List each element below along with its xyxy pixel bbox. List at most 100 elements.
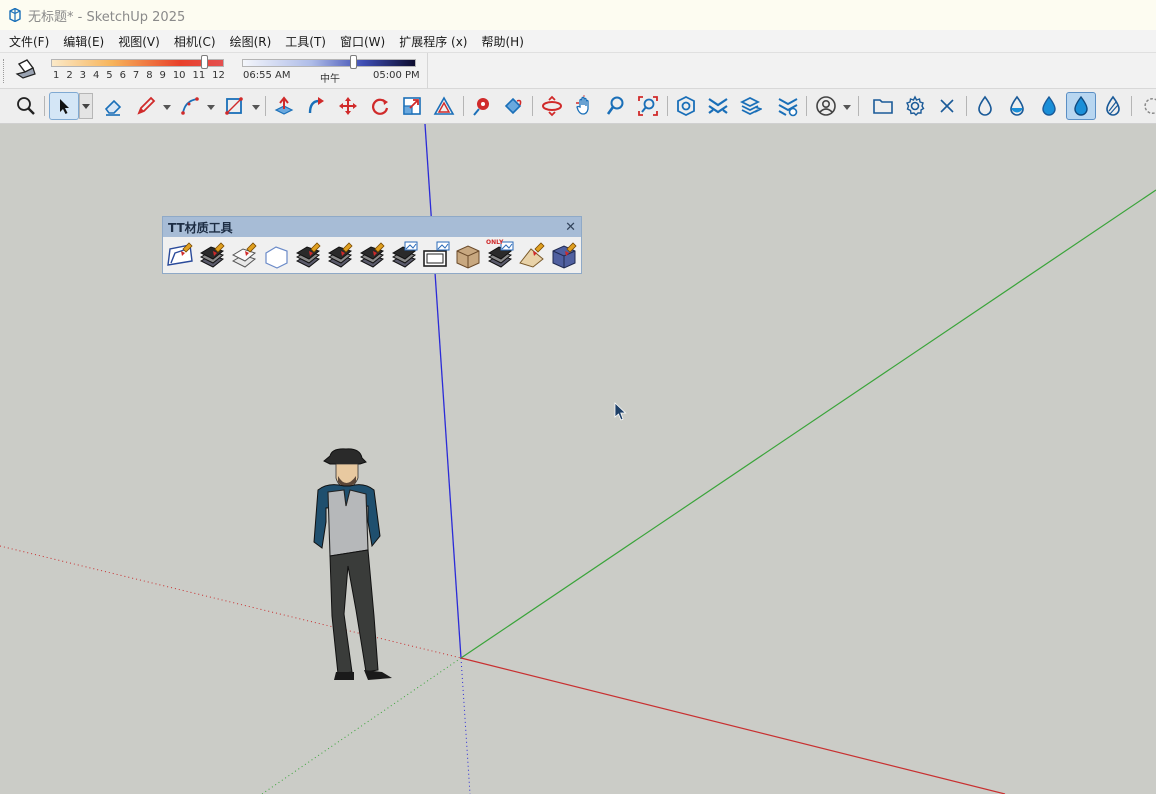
material-tool-1[interactable] bbox=[197, 241, 227, 271]
chevron-down-icon[interactable] bbox=[252, 103, 260, 111]
style-drop-half[interactable] bbox=[1002, 92, 1032, 120]
select-tool[interactable] bbox=[49, 92, 79, 120]
blue-axis-negative bbox=[460, 657, 471, 794]
eraser-tool[interactable] bbox=[98, 92, 128, 120]
material-tool-11[interactable] bbox=[517, 241, 547, 271]
settings-tool[interactable] bbox=[900, 92, 930, 120]
scale-figure-person[interactable] bbox=[308, 446, 418, 684]
menu-view[interactable]: 视图(V) bbox=[111, 33, 167, 50]
orbit-tool[interactable] bbox=[537, 92, 567, 120]
follow-me-icon bbox=[308, 97, 324, 114]
chevron-down-icon[interactable] bbox=[207, 103, 215, 111]
paint-bucket-icon bbox=[504, 97, 522, 115]
material-tool-9[interactable] bbox=[453, 241, 483, 271]
style-drop-filled[interactable] bbox=[1034, 92, 1064, 120]
material-tool-12[interactable] bbox=[549, 241, 579, 271]
shadow-toggle-icon[interactable] bbox=[14, 58, 38, 82]
rotate-tool[interactable] bbox=[365, 92, 395, 120]
sandbox-tool[interactable] bbox=[703, 92, 733, 120]
window-title: 无标题* - SketchUp 2025 bbox=[28, 9, 186, 25]
material-tool-3[interactable] bbox=[261, 241, 291, 271]
sketchup-logo-icon bbox=[9, 8, 21, 22]
menu-tools[interactable]: 工具(T) bbox=[278, 33, 333, 50]
style-drop-striped[interactable] bbox=[1098, 92, 1128, 120]
red-axis bbox=[460, 657, 1006, 794]
material-tool-0[interactable] bbox=[165, 241, 195, 271]
search-tool[interactable] bbox=[11, 92, 41, 120]
month-label: 9 bbox=[159, 70, 166, 81]
month-label: 5 bbox=[106, 70, 113, 81]
material-tool-5[interactable] bbox=[325, 241, 355, 271]
month-slider[interactable] bbox=[51, 59, 224, 67]
offset-tool[interactable] bbox=[429, 92, 459, 120]
follow-me-tool[interactable] bbox=[301, 92, 331, 120]
month-label: 6 bbox=[119, 70, 126, 81]
month-label: 8 bbox=[146, 70, 153, 81]
material-tool-6[interactable] bbox=[357, 241, 387, 271]
eraser-icon bbox=[104, 99, 122, 116]
separator bbox=[44, 96, 45, 116]
drop-outline-icon bbox=[978, 95, 992, 116]
month-label: 2 bbox=[66, 70, 73, 81]
layers-gear-icon bbox=[778, 98, 798, 117]
layers-tool[interactable] bbox=[736, 92, 766, 120]
select-dropdown[interactable] bbox=[79, 93, 93, 119]
title-bar: 无标题* - SketchUp 2025 bbox=[0, 0, 1156, 30]
layers-icon bbox=[740, 96, 762, 116]
material-tool-10[interactable]: ONLY bbox=[485, 239, 515, 271]
menu-file[interactable]: 文件(F) bbox=[2, 33, 56, 50]
menu-help[interactable]: 帮助(H) bbox=[474, 33, 530, 50]
drop-half-icon bbox=[1010, 95, 1024, 116]
menu-edit[interactable]: 编辑(E) bbox=[56, 33, 111, 50]
time-slider-thumb[interactable] bbox=[349, 55, 357, 69]
material-tool-2[interactable] bbox=[229, 241, 259, 271]
separator bbox=[966, 96, 967, 116]
line-tool[interactable] bbox=[131, 92, 161, 120]
style-drop-active[interactable] bbox=[1066, 92, 1096, 120]
arc-tool[interactable] bbox=[175, 92, 205, 120]
scale-tool[interactable] bbox=[397, 92, 427, 120]
style-drop-outline[interactable] bbox=[970, 92, 1000, 120]
chevron-down-icon[interactable] bbox=[163, 103, 171, 111]
material-stack-icon bbox=[327, 242, 353, 268]
menu-extensions[interactable]: 扩展程序 (x) bbox=[392, 33, 474, 50]
rectangle-tool[interactable] bbox=[219, 92, 249, 120]
pan-tool[interactable] bbox=[569, 92, 599, 120]
sandbox-icon bbox=[708, 98, 728, 114]
layer-settings-tool[interactable] bbox=[773, 92, 803, 120]
rectangle-icon bbox=[225, 97, 243, 115]
drop-filled-icon bbox=[1074, 95, 1088, 116]
move-icon bbox=[339, 97, 357, 115]
solid-tools[interactable] bbox=[671, 92, 701, 120]
material-tool-8[interactable] bbox=[421, 241, 451, 271]
zoom-extents-tool[interactable] bbox=[633, 92, 663, 120]
close-tool[interactable] bbox=[932, 92, 962, 120]
material-remove-icon bbox=[391, 241, 418, 268]
chevron-down-icon[interactable] bbox=[843, 103, 851, 111]
time-slider[interactable] bbox=[242, 59, 416, 67]
toolbar-grip[interactable] bbox=[3, 59, 6, 83]
time-end-label: 05:00 PM bbox=[373, 70, 420, 81]
separator bbox=[1131, 96, 1132, 116]
move-tool[interactable] bbox=[333, 92, 363, 120]
tape-measure-tool[interactable] bbox=[467, 92, 497, 120]
menu-camera[interactable]: 相机(C) bbox=[167, 33, 223, 50]
menu-draw[interactable]: 绘图(R) bbox=[223, 33, 279, 50]
more-tools[interactable] bbox=[1136, 92, 1156, 120]
material-tool-7[interactable] bbox=[389, 241, 419, 271]
month-label: 4 bbox=[92, 70, 100, 81]
open-folder-tool[interactable] bbox=[868, 92, 898, 120]
zoom-extents-icon bbox=[638, 96, 658, 116]
panel-close-button[interactable]: ✕ bbox=[565, 220, 576, 235]
account-tool[interactable] bbox=[811, 92, 841, 120]
paint-bucket-tool[interactable] bbox=[498, 92, 528, 120]
material-tool-4[interactable] bbox=[293, 241, 323, 271]
material-apply-icon bbox=[167, 242, 193, 266]
push-pull-tool[interactable] bbox=[269, 92, 299, 120]
gear-cube-icon bbox=[677, 95, 695, 117]
month-slider-thumb[interactable] bbox=[201, 55, 208, 69]
panel-header[interactable]: TT材质工具 ✕ bbox=[163, 217, 581, 237]
menu-window[interactable]: 窗口(W) bbox=[333, 33, 392, 50]
zoom-tool[interactable] bbox=[601, 92, 631, 120]
material-layers-icon bbox=[231, 242, 257, 268]
